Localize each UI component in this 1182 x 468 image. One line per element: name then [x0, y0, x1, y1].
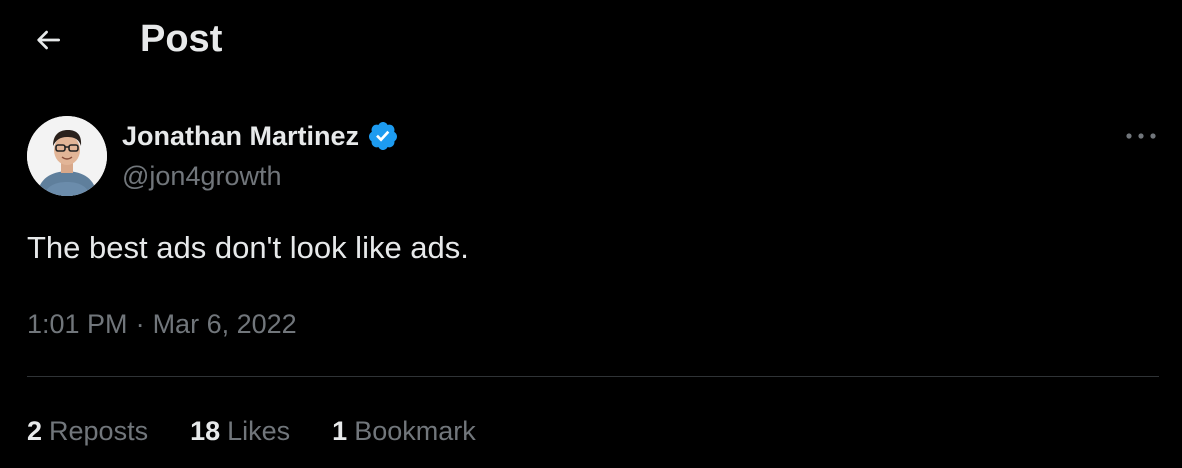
- profile-photo: [27, 116, 107, 196]
- divider: [27, 376, 1159, 377]
- reposts-stat[interactable]: 2 Reposts: [27, 413, 148, 449]
- author-name[interactable]: Jonathan Martinez: [122, 118, 359, 154]
- likes-stat[interactable]: 18 Likes: [190, 413, 290, 449]
- more-options-button[interactable]: [1118, 118, 1164, 154]
- reposts-count: 2: [27, 416, 43, 446]
- post-time[interactable]: 1:01 PM: [27, 306, 128, 342]
- verified-badge-icon: [369, 122, 398, 150]
- timestamp-separator: ·: [135, 309, 145, 339]
- bookmarks-label: Bookmark: [354, 416, 476, 446]
- author-handle[interactable]: @jon4growth: [122, 158, 282, 194]
- page-title: Post: [140, 18, 223, 60]
- likes-label: Likes: [227, 416, 291, 446]
- reposts-label: Reposts: [49, 416, 149, 446]
- bookmarks-stat[interactable]: 1 Bookmark: [332, 413, 476, 449]
- bookmarks-count: 1: [332, 416, 348, 446]
- author-name-row: Jonathan Martinez: [122, 118, 399, 154]
- top-bar: Post: [0, 0, 1182, 80]
- post-date[interactable]: Mar 6, 2022: [153, 306, 297, 342]
- post-text: The best ads don't look like ads.: [27, 230, 469, 265]
- more-horizontal-icon: [1126, 133, 1156, 139]
- likes-count: 18: [190, 416, 221, 446]
- avatar[interactable]: [27, 116, 107, 196]
- arrow-left-icon: [37, 30, 60, 50]
- engagement-stats: 2 Reposts 18 Likes 1 Bookmark: [27, 413, 476, 449]
- back-button[interactable]: [26, 20, 70, 60]
- post-timestamp: 1:01 PM · Mar 6, 2022: [27, 306, 297, 342]
